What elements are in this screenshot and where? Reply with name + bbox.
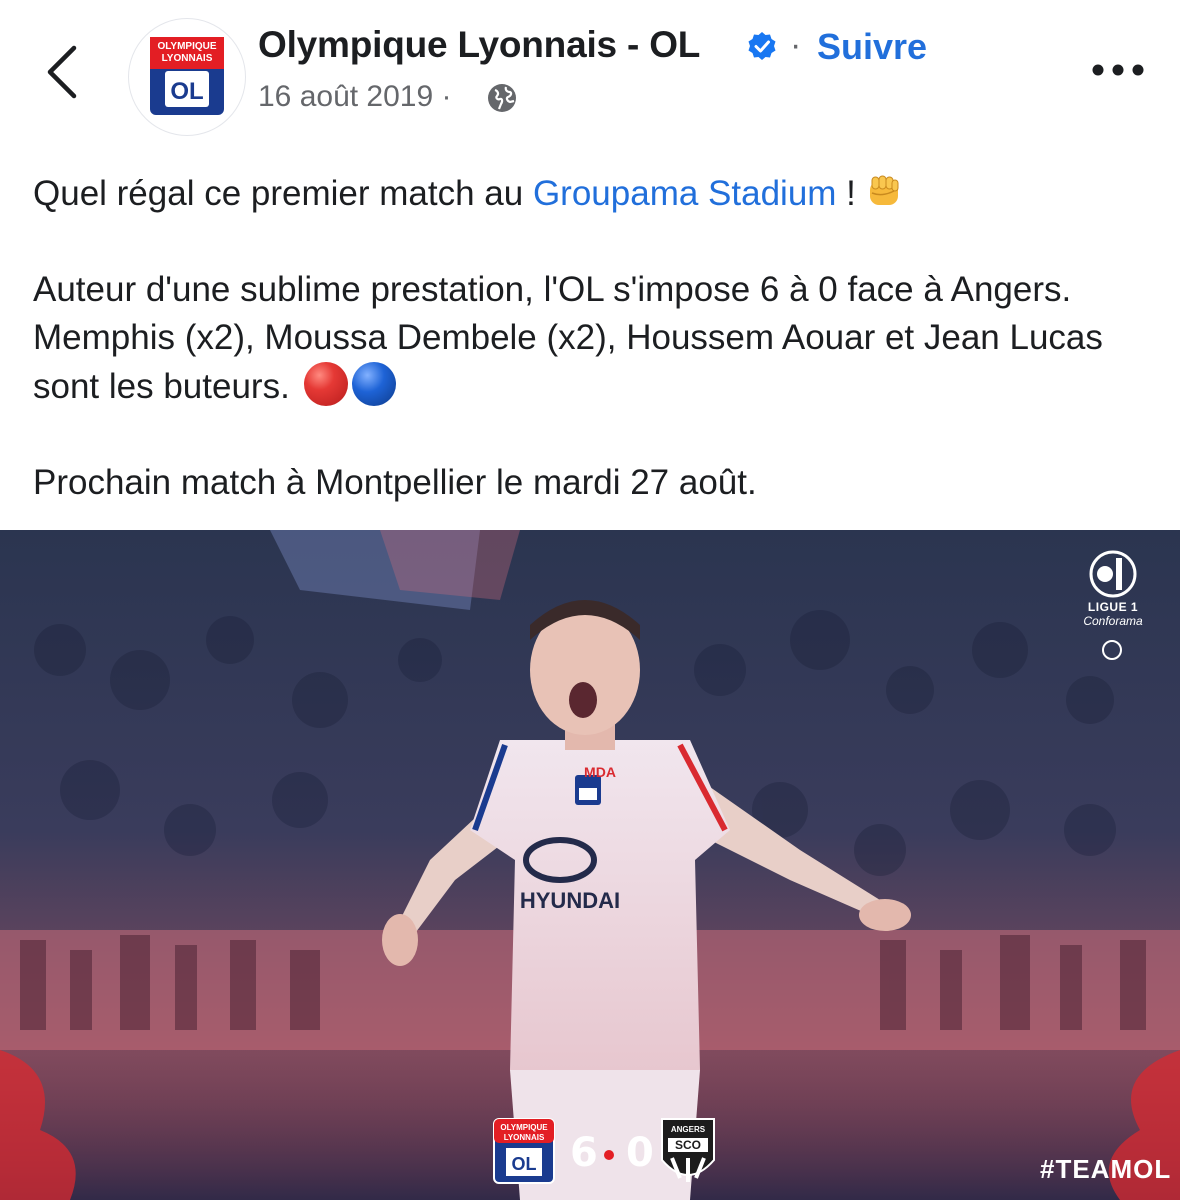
- page-name[interactable]: Olympique Lyonnais - OL: [258, 24, 700, 66]
- post-paragraph-2: Auteur d'une sublime prestation, l'OL s'…: [33, 266, 1153, 411]
- score-home: 6: [570, 1130, 598, 1176]
- shirt-logo-text: MDA: [584, 764, 616, 780]
- ligue1-line1: LIGUE 1: [1087, 600, 1139, 614]
- ligue1-line2: Conforama: [1083, 614, 1143, 628]
- header-separator: ·: [790, 26, 802, 64]
- page-avatar[interactable]: OLYMPIQUE LYONNAIS OL: [128, 18, 246, 136]
- globe-icon: [488, 84, 516, 112]
- back-button[interactable]: [40, 42, 88, 102]
- fist-emoji-icon: [869, 175, 899, 205]
- teamol-hashtag: #TEAMOL: [1040, 1154, 1172, 1184]
- post-line-1-end: !: [836, 174, 856, 213]
- score-away: 0: [626, 1130, 654, 1176]
- photo-illustration: MDA HYUNDAI OLYMPIQUE LYONNAIS OL ANGERS…: [0, 530, 1180, 1200]
- avatar-logo-ol: OL: [170, 78, 203, 105]
- post-message: Quel régal ce premier match au Groupama …: [33, 170, 1153, 507]
- avatar-logo-line1: OLYMPIQUE: [157, 41, 216, 52]
- verified-badge-icon: [748, 32, 776, 60]
- post-photo[interactable]: MDA HYUNDAI OLYMPIQUE LYONNAIS OL ANGERS…: [0, 530, 1180, 1200]
- avatar-logo-line2: LYONNAIS: [162, 53, 213, 64]
- post-paragraph-2-text: Auteur d'une sublime prestation, l'OL s'…: [33, 270, 1103, 406]
- home-badge-line1: OLYMPIQUE: [500, 1123, 548, 1132]
- post-line-1-text: Quel régal ce premier match au: [33, 174, 533, 213]
- post-date[interactable]: 16 août 2019 ·: [258, 80, 452, 114]
- ol-logo-icon: OLYMPIQUE LYONNAIS OL: [150, 37, 224, 115]
- follow-button[interactable]: Suivre: [817, 26, 927, 68]
- score-separator-dot: [604, 1150, 614, 1160]
- away-badge-sco: SCO: [675, 1138, 701, 1152]
- chevron-left-icon: [47, 45, 77, 99]
- post-line-1: Quel régal ce premier match au Groupama …: [33, 170, 1153, 218]
- blue-circle-emoji-icon: [351, 362, 396, 406]
- groupama-stadium-link[interactable]: Groupama Stadium: [533, 174, 836, 213]
- shirt-sponsor-text: HYUNDAI: [520, 888, 620, 913]
- post-paragraph-3: Prochain match à Montpellier le mardi 27…: [33, 463, 757, 502]
- ligue1-logo-text: LIGUE 1 Conforama: [1076, 600, 1150, 628]
- home-badge-ol: OL: [512, 1154, 537, 1174]
- home-badge-line2: LYONNAIS: [504, 1133, 545, 1142]
- more-options-button[interactable]: [1088, 52, 1148, 88]
- more-dots-icon: [1092, 64, 1144, 76]
- away-badge-line1: ANGERS: [671, 1125, 706, 1134]
- red-circle-emoji-icon: [303, 362, 348, 406]
